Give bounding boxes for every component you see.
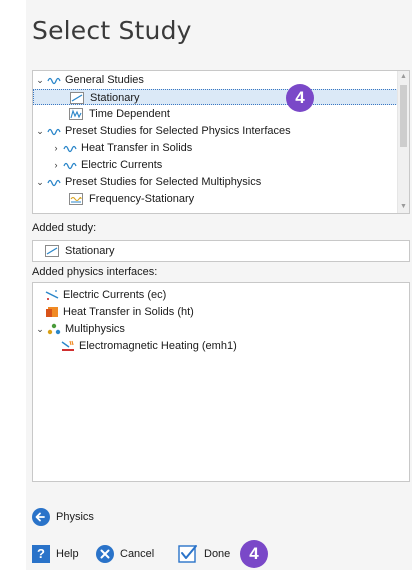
physics-heading: Added physics interfaces: (32, 266, 158, 278)
help-label: Help (56, 548, 79, 560)
physics-item-label: Heat Transfer in Solids (ht) (63, 306, 194, 318)
chevron-down-icon[interactable]: ⌄ (35, 321, 45, 337)
electromagnetic-heating-icon (61, 340, 75, 352)
done-button[interactable]: Done (178, 543, 238, 565)
physics-item-label: Electromagnetic Heating (emh1) (79, 340, 237, 352)
tree-item-label: Time Dependent (89, 108, 170, 120)
tree-item-preset-multiphysics[interactable]: ⌄ Preset Studies for Selected Multiphysi… (33, 174, 398, 190)
heat-transfer-icon (45, 306, 59, 318)
stationary-study-icon (70, 92, 84, 104)
help-button[interactable]: ? Help (32, 543, 102, 565)
tree-item-label: Preset Studies for Selected Multiphysics (65, 176, 262, 188)
cancel-label: Cancel (120, 548, 155, 560)
cancel-button[interactable]: Cancel (96, 543, 172, 565)
tree-item-general-studies[interactable]: ⌄ General Studies (33, 72, 398, 88)
added-study-label: Stationary (65, 245, 115, 257)
tree-item-label: Heat Transfer in Solids (81, 142, 193, 154)
tree-scrollbar[interactable]: ▲ ▼ (397, 71, 409, 213)
chevron-right-icon[interactable]: › (51, 157, 61, 173)
tree-item-electric-currents[interactable]: › Electric Currents (33, 157, 398, 173)
chevron-down-icon[interactable]: ⌄ (35, 72, 45, 88)
help-icon: ? (32, 545, 50, 563)
added-study-field[interactable]: Stationary (32, 240, 410, 262)
physics-item-label: Electric Currents (ec) (63, 289, 167, 301)
cancel-icon (96, 545, 114, 563)
study-group-icon (63, 159, 77, 171)
chevron-down-icon[interactable]: ⌄ (35, 174, 45, 190)
tree-item-label: Stationary (90, 92, 140, 104)
tree-item-heat-transfer[interactable]: › Heat Transfer in Solids (33, 140, 398, 156)
study-group-icon (47, 176, 61, 188)
added-study-item[interactable]: Stationary (33, 243, 403, 259)
step-badge-bottom: 4 (240, 540, 268, 568)
stationary-study-icon (45, 245, 59, 257)
tree-item-label: Electric Currents (81, 159, 163, 171)
done-label: Done (204, 548, 231, 560)
step-badge-top: 4 (286, 84, 314, 112)
tree-item-frequency-stationary[interactable]: Frequency-Stationary (33, 191, 398, 207)
time-dependent-study-icon (69, 108, 83, 120)
scroll-down-icon[interactable]: ▼ (398, 202, 409, 212)
physics-nav-label: Physics (56, 511, 94, 523)
scroll-up-icon[interactable]: ▲ (398, 72, 409, 82)
electric-currents-icon (45, 289, 59, 301)
arrow-left-icon (32, 508, 50, 526)
physics-item-electromagnetic-heating[interactable]: Electromagnetic Heating (emh1) (33, 338, 403, 354)
physics-list[interactable]: Electric Currents (ec) Heat Transfer in … (32, 282, 410, 482)
page-title: Select Study (32, 16, 192, 45)
tree-item-stationary[interactable]: Stationary (33, 89, 398, 105)
physics-item-multiphysics[interactable]: ⌄ Multiphysics (33, 321, 403, 337)
physics-item-label: Multiphysics (65, 323, 125, 335)
tree-item-time-dependent[interactable]: Time Dependent (33, 106, 398, 122)
study-group-icon (63, 142, 77, 154)
tree-item-label: General Studies (65, 74, 144, 86)
added-study-heading: Added study: (32, 222, 97, 234)
done-icon (178, 544, 198, 564)
physics-item-electric-currents[interactable]: Electric Currents (ec) (33, 287, 403, 303)
frequency-stationary-study-icon (69, 193, 83, 205)
multiphysics-icon (47, 323, 61, 335)
scrollbar-thumb[interactable] (400, 85, 407, 147)
tree-item-label: Frequency-Stationary (89, 193, 195, 205)
study-tree[interactable]: ⌄ General Studies Stationary Time Depend… (32, 70, 410, 214)
physics-item-heat-transfer[interactable]: Heat Transfer in Solids (ht) (33, 304, 403, 320)
study-group-icon (47, 74, 61, 86)
study-group-icon (47, 125, 61, 137)
tree-item-preset-physics[interactable]: ⌄ Preset Studies for Selected Physics In… (33, 123, 398, 139)
chevron-down-icon[interactable]: ⌄ (35, 123, 45, 139)
tree-item-label: Preset Studies for Selected Physics Inte… (65, 125, 291, 137)
chevron-right-icon[interactable]: › (51, 140, 61, 156)
